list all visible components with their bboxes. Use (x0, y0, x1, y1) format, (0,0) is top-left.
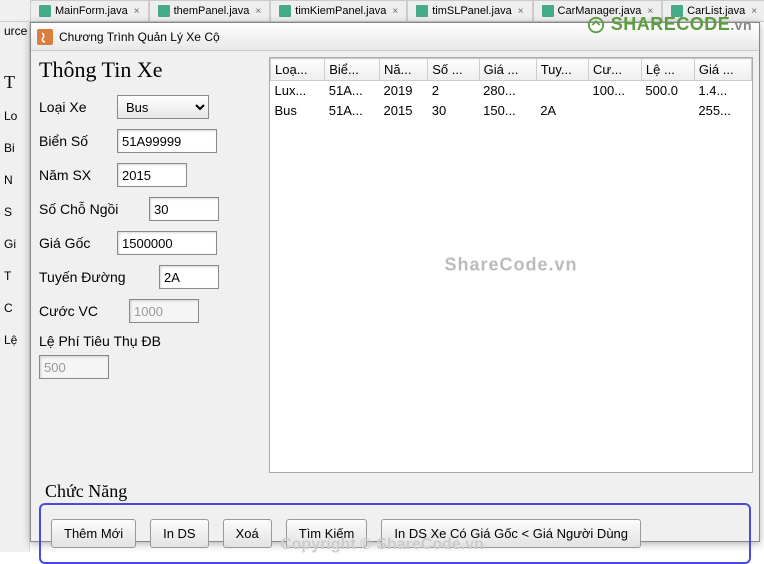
cuoc-vc-label: Cước VC (39, 303, 129, 319)
ide-tab[interactable]: MainForm.java× (30, 0, 149, 21)
close-icon[interactable]: × (134, 6, 140, 17)
ide-tab[interactable]: themPanel.java× (149, 0, 271, 21)
so-cho-label: Số Chỗ Ngồi (39, 201, 149, 217)
table-header[interactable]: Tuy... (536, 59, 588, 81)
table-header[interactable]: Số ... (428, 59, 479, 81)
background-panel: urce T Lo Bi N S Gi T C Lệ (0, 22, 30, 552)
sharecode-logo: SHARECODE.vn (587, 14, 752, 35)
nam-sx-input[interactable] (117, 163, 187, 187)
so-cho-input[interactable] (149, 197, 219, 221)
close-icon[interactable]: × (392, 6, 398, 17)
le-phi-input (39, 355, 109, 379)
form-panel: Thông Tin Xe Loại Xe Bus Biển Số Năm SX … (31, 51, 269, 479)
bien-so-label: Biển Số (39, 133, 117, 149)
nam-sx-label: Năm SX (39, 167, 117, 183)
fn-button-1[interactable]: In DS (150, 519, 209, 548)
close-icon[interactable]: × (751, 6, 757, 17)
java-file-icon (416, 5, 428, 17)
le-phi-label: Lệ Phí Tiêu Thụ ĐB (39, 333, 265, 349)
close-icon[interactable]: × (255, 6, 261, 17)
close-icon[interactable]: × (518, 6, 524, 17)
gia-goc-label: Giá Gốc (39, 235, 117, 251)
tuyen-duong-input[interactable] (159, 265, 219, 289)
fn-button-0[interactable]: Thêm Mới (51, 519, 136, 548)
loai-xe-label: Loại Xe (39, 99, 117, 115)
fn-button-2[interactable]: Xoá (223, 519, 272, 548)
java-file-icon (158, 5, 170, 17)
ide-tab[interactable]: timSLPanel.java× (407, 0, 532, 21)
cuoc-vc-input (129, 299, 199, 323)
app-window: Chương Trình Quản Lý Xe Cộ Thông Tin Xe … (30, 22, 760, 542)
table-panel: Loạ...Biể...Nă...Số ...Giá ...Tuy...Cư..… (269, 51, 759, 479)
loai-xe-select[interactable]: Bus (117, 95, 209, 119)
tuyen-duong-label: Tuyến Đường (39, 269, 159, 285)
table-header[interactable]: Biể... (325, 59, 380, 81)
java-icon (37, 29, 53, 45)
bien-so-input[interactable] (117, 129, 217, 153)
table-header[interactable]: Loạ... (271, 59, 325, 81)
data-table[interactable]: Loạ...Biể...Nă...Số ...Giá ...Tuy...Cư..… (270, 58, 752, 121)
table-header[interactable]: Nă... (380, 59, 428, 81)
table-header[interactable]: Giá ... (479, 59, 536, 81)
java-file-icon (279, 5, 291, 17)
form-title: Thông Tin Xe (39, 57, 265, 83)
table-row[interactable]: Bus51A...201530150...2A255... (271, 101, 752, 121)
copyright: Copyright © ShareCode.vn (280, 536, 484, 554)
table-header[interactable]: Cư... (589, 59, 642, 81)
watermark: ShareCode.vn (444, 255, 577, 276)
table-row[interactable]: Lux...51A...20192280...100...500.01.4... (271, 81, 752, 101)
functions-area: Chức Năng Thêm MớiIn DSXoáTìm KiếmIn DS … (39, 503, 751, 564)
java-file-icon (39, 5, 51, 17)
table-header[interactable]: Lệ ... (641, 59, 694, 81)
table-header[interactable]: Giá ... (694, 59, 751, 81)
gia-goc-input[interactable] (117, 231, 217, 255)
window-title: Chương Trình Quản Lý Xe Cộ (59, 30, 220, 44)
ide-tab[interactable]: timKiemPanel.java× (270, 0, 407, 21)
java-file-icon (542, 5, 554, 17)
functions-title: Chức Năng (41, 481, 131, 502)
